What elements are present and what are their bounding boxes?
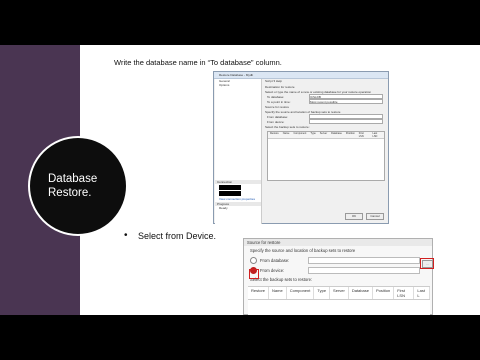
zcol-name: Name [269,287,287,299]
bullet-item: • Select from Device. [124,230,217,241]
to-point-row: To a point in time: Most recent possible [263,99,387,104]
col-component: Component [293,132,307,135]
col-position: Position [345,132,355,135]
to-point-label: To a point in time: [267,99,291,104]
dialog-page-list: General Options Connection View connecti… [215,79,262,224]
grid-header: Restore Name Component Type Server Datab… [268,132,384,139]
dialog-buttons: OK Cancel [345,213,384,220]
cancel-button[interactable]: Cancel [366,213,384,220]
dialog-toolbar[interactable]: Script ▾ Help [263,79,387,84]
bullet-text: Select from Device. [138,231,217,241]
zoom-from-device-label: From device: [260,267,285,273]
progress-status: Ready [219,206,228,210]
zoom-grid-body[interactable] [248,300,430,315]
bullet-icon: • [124,230,128,241]
redacted-block [219,191,241,196]
to-point-input[interactable]: Most recent possible [309,99,383,104]
to-database-label: To database: [267,94,285,99]
from-device-label: From device: [267,119,285,124]
zoom-from-device-row[interactable]: From device: [244,265,432,275]
highlight-browse [420,258,434,269]
connection-header: Connection [215,180,261,184]
destination-header: Destination for restore [265,85,295,89]
from-database-label: From database: [267,114,289,119]
dialog-title: Restore Database - Mydb [214,72,388,79]
redacted-block [219,185,241,190]
zoom-section-header: Source for restore [244,239,432,246]
zoom-grid-header: Restore Name Component Type Server Datab… [248,286,430,300]
zcol-server: Server [330,287,349,299]
col-database: Database [331,132,342,135]
source-restore-zoom: Source for restore Specify the source an… [243,238,434,315]
col-server: Server [319,132,328,135]
instruction-text: Write the database name in “To database”… [114,58,282,67]
source-header: Source for restore [265,105,290,109]
zcol-type: Type [314,287,331,299]
zcol-first-lsn: First LSN [394,287,415,299]
highlight-radio [249,269,259,279]
zoom-from-device-input[interactable] [308,266,420,274]
view-connection-link[interactable]: View connection properties [215,197,261,201]
zoom-from-database-label: From database: [260,257,290,263]
title-circle: Database Restore. [28,136,128,236]
col-type: Type [310,132,316,135]
zcol-last-lsn: Last L [414,287,430,299]
zoom-from-database-select[interactable] [308,256,420,264]
col-restore: Restore [270,132,279,135]
col-last-lsn: Last LSN [372,132,378,138]
zoom-spec-text: Specify the source and location of backu… [250,248,356,253]
zcol-restore: Restore [248,287,270,299]
zcol-database: Database [349,287,373,299]
zoom-select-sets: Select the backup sets to restore: [250,277,313,282]
zoom-from-database-row[interactable]: From database: [244,255,432,265]
from-device-input[interactable] [309,119,383,124]
zcol-component: Component [287,287,315,299]
ok-button[interactable]: OK [345,213,363,220]
col-name: Name [282,132,290,135]
zcol-position: Position [373,287,395,299]
radio-from-database[interactable] [250,256,257,264]
select-sets-label: Select the backup sets to restore: [265,125,310,129]
slide-title: Database Restore. [48,173,98,199]
from-device-row[interactable]: From device: [263,119,387,124]
col-first-lsn: First LSN [358,132,364,138]
dialog-main: Script ▾ Help Destination for restore Se… [263,79,387,219]
backup-sets-grid[interactable]: Restore Name Component Type Server Datab… [267,131,385,181]
restore-dialog-screenshot: Restore Database - Mydb General Options … [213,71,389,224]
slide: Database Restore. Write the database nam… [0,45,480,315]
